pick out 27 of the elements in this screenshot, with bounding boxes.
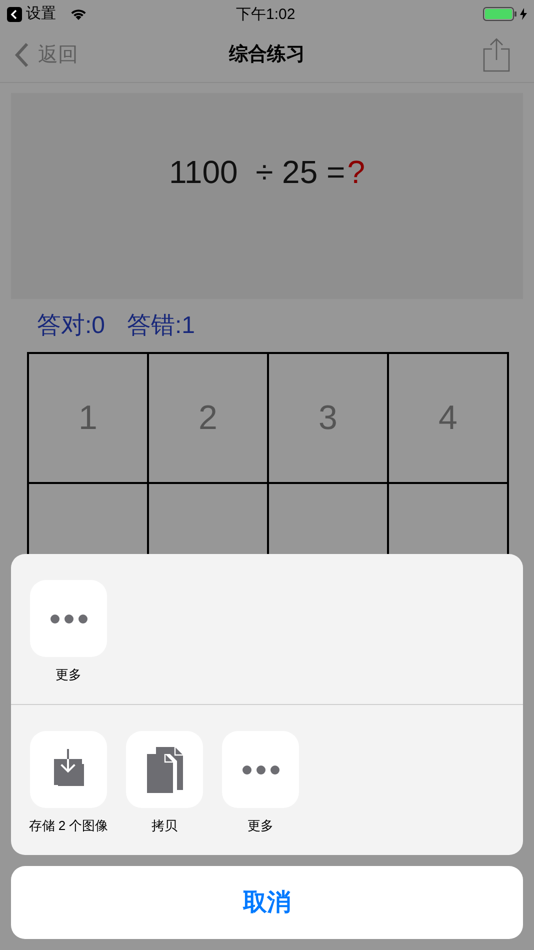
- share-action-tile[interactable]: [30, 580, 107, 657]
- more-icon: [242, 764, 280, 774]
- share-action-label: 拷贝: [152, 817, 178, 835]
- battery-icon: [483, 7, 517, 21]
- documents-icon: [146, 746, 182, 792]
- score-label: 答对:0: [37, 310, 106, 340]
- back-button[interactable]: 返回: [14, 40, 78, 70]
- score-label: 答错:1: [127, 310, 196, 340]
- number-key[interactable]: 4: [389, 354, 509, 484]
- cancel-button[interactable]: 取消: [11, 866, 523, 939]
- share-action-tile[interactable]: [126, 731, 203, 808]
- page-title: 综合练习: [229, 42, 305, 67]
- more-icon: [50, 614, 88, 624]
- number-key[interactable]: 3: [269, 354, 389, 484]
- wifi-icon: [70, 8, 87, 20]
- share-action-tile[interactable]: [30, 731, 107, 808]
- answer-mark: ?: [347, 153, 365, 192]
- share-action-label: 更多: [248, 817, 274, 835]
- question-expression: 1100 ÷ 25 =: [168, 153, 346, 192]
- chevron-left-icon: [14, 42, 30, 68]
- share-action-label: 存储 2 个图像: [28, 817, 108, 835]
- share-action-label: 更多: [56, 666, 82, 684]
- number-key[interactable]: 2: [149, 354, 269, 484]
- number-key[interactable]: 1: [29, 354, 149, 484]
- share-action-tile[interactable]: [222, 731, 299, 808]
- back-app-label[interactable]: 设置: [26, 2, 56, 26]
- clock-time: 下午1:02: [236, 5, 296, 25]
